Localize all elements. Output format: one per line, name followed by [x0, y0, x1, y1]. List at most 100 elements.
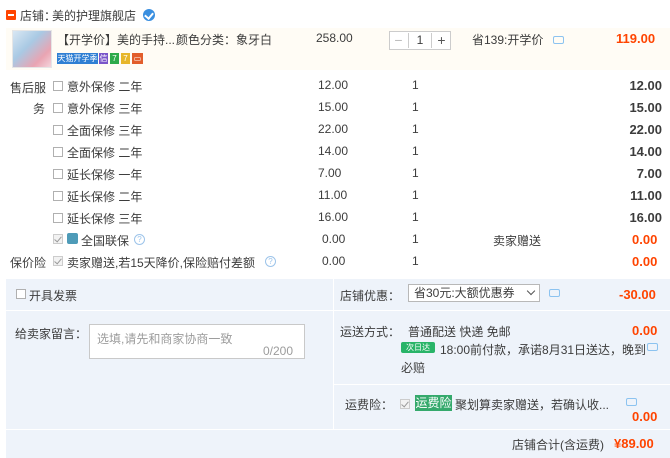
remark-placeholder: 选填,请先和商家协商一致: [97, 332, 233, 346]
shop-total-label: 店铺合计(含运费): [512, 438, 604, 452]
panel-divider-h3: [6, 429, 670, 430]
freight-insurance-info-icon[interactable]: [626, 398, 637, 406]
price-protection-label: 保价险: [10, 256, 47, 270]
freight-insurance-tag: 运费险: [415, 395, 452, 411]
after-sales-label: 售后服: [10, 81, 47, 95]
service-checkbox[interactable]: [53, 103, 63, 113]
service-total: 7.00: [636, 166, 662, 181]
remark-label: 给卖家留言：: [15, 327, 88, 341]
shipping-label: 运送方式：: [340, 325, 401, 339]
shop-total-amount: ¥89.00: [614, 436, 654, 451]
invoice-label: 开具发票: [29, 289, 78, 303]
national-warranty-qty: 1: [412, 232, 419, 246]
shipping-info-icon[interactable]: [647, 343, 658, 351]
freight-insurance-checkbox[interactable]: [400, 399, 410, 409]
invoice-checkbox[interactable]: [16, 289, 26, 299]
freight-insurance-amount: 0.00: [632, 409, 658, 424]
next-day-delivery-tag: 次日达: [401, 342, 435, 353]
panel-divider-h1: [6, 310, 670, 311]
shipping-method: 普通配送 快递 免邮: [408, 325, 511, 339]
national-warranty-total: 0.00: [632, 232, 658, 247]
service-qty: 1: [412, 166, 419, 180]
panel-divider-h2: [333, 384, 670, 385]
service-checkbox[interactable]: [53, 191, 63, 201]
quantity-input[interactable]: 1: [408, 33, 432, 48]
quantity-minus-button[interactable]: −: [390, 32, 407, 49]
service-checkbox[interactable]: [53, 125, 63, 135]
seven-day-return-badge: 7: [121, 53, 130, 64]
card-payment-icon: ▭: [132, 53, 143, 64]
price-protection-total: 0.00: [632, 254, 658, 269]
product-title-link[interactable]: 【开学价】美的手持...: [57, 31, 175, 48]
shop-coupon-select[interactable]: 省30元:大额优惠券: [408, 284, 540, 302]
service-name: 全面保修 三年: [67, 124, 143, 138]
national-warranty-label: 全国联保: [81, 234, 130, 248]
service-qty: 1: [412, 78, 419, 92]
seven-day-badge: 7: [110, 53, 119, 64]
service-name: 意外保修 三年: [67, 102, 143, 116]
service-name: 全面保修 二年: [67, 146, 143, 160]
shop-header: 店铺： 美的护理旗舰店: [0, 0, 670, 28]
service-qty: 1: [412, 100, 419, 114]
service-name: 延长保修 一年: [67, 168, 143, 182]
service-checkbox[interactable]: [53, 169, 63, 179]
national-warranty-note: 卖家赠送: [493, 234, 542, 248]
order-options-panel: [6, 279, 670, 458]
national-warranty-price: 0.00: [322, 232, 346, 246]
service-total: 15.00: [629, 100, 662, 115]
tmall-school-badge: 天猫开学季: [57, 53, 98, 64]
after-sales-label-cont: 务: [33, 102, 46, 116]
service-price: 14.00: [318, 144, 349, 158]
price-protection-price: 0.00: [322, 254, 346, 268]
service-name: 延长保修 三年: [67, 212, 143, 226]
service-price: 11.00: [318, 188, 348, 202]
shop-coupon-amount: -30.00: [619, 287, 656, 302]
freight-insurance-label: 运费险：: [345, 398, 394, 412]
remark-input[interactable]: 选填,请先和商家协商一致 0/200: [89, 324, 305, 359]
service-total: 22.00: [629, 122, 662, 137]
promo-info-icon[interactable]: [553, 36, 564, 44]
unit-price: 258.00: [316, 31, 353, 45]
service-qty: 1: [412, 188, 419, 202]
service-price: 12.00: [318, 78, 349, 92]
service-checkbox[interactable]: [53, 81, 63, 91]
product-variant: 颜色分类：象牙白: [176, 33, 273, 47]
item-total: 119.00: [616, 31, 656, 46]
price-protection-checkbox[interactable]: [53, 256, 63, 266]
shop-icon: [6, 10, 16, 20]
service-total: 16.00: [629, 210, 662, 225]
service-total: 14.00: [629, 144, 662, 159]
shop-coupon-label: 店铺优惠：: [340, 289, 401, 303]
panel-divider: [333, 279, 334, 429]
verified-shop-icon: [143, 9, 155, 21]
shipping-promise-line1: 18:00前付款，承诺8月31日送达，晚到: [440, 343, 647, 357]
quantity-plus-button[interactable]: +: [433, 32, 450, 49]
remark-char-counter: 0/200: [263, 344, 294, 358]
service-checkbox[interactable]: [53, 147, 63, 157]
service-qty: 1: [412, 144, 419, 158]
service-price: 22.00: [318, 122, 349, 136]
shop-label: 店铺：: [20, 9, 57, 23]
service-price: 15.00: [318, 100, 349, 114]
service-qty: 1: [412, 122, 419, 136]
service-total: 12.00: [629, 78, 662, 93]
shop-coupon-selected: 省30元:大额优惠券: [414, 286, 515, 300]
shipping-amount: 0.00: [632, 323, 658, 338]
service-price: 16.00: [318, 210, 349, 224]
quantity-stepper: − 1 +: [389, 31, 451, 50]
promo-text: 省139:开学价: [472, 33, 544, 47]
shop-name-link[interactable]: 美的护理旗舰店: [52, 7, 136, 24]
price-protection-qty: 1: [412, 254, 419, 268]
coupon-info-icon[interactable]: [549, 289, 560, 297]
service-name: 意外保修 二年: [67, 80, 143, 94]
warranty-shield-icon: [67, 233, 78, 244]
service-total: 11.00: [630, 188, 662, 203]
national-warranty-checkbox[interactable]: [53, 234, 63, 244]
product-thumbnail[interactable]: [12, 30, 52, 68]
service-checkbox[interactable]: [53, 213, 63, 223]
shipping-promise-line2: 必赔: [401, 361, 426, 375]
service-name: 延长保修 二年: [67, 190, 143, 204]
price-protection-help-icon[interactable]: ?: [265, 256, 276, 267]
warranty-help-icon[interactable]: ?: [134, 234, 145, 245]
price-protection-desc: 卖家赠送,若15天降价,保险赔付差额: [67, 256, 256, 270]
